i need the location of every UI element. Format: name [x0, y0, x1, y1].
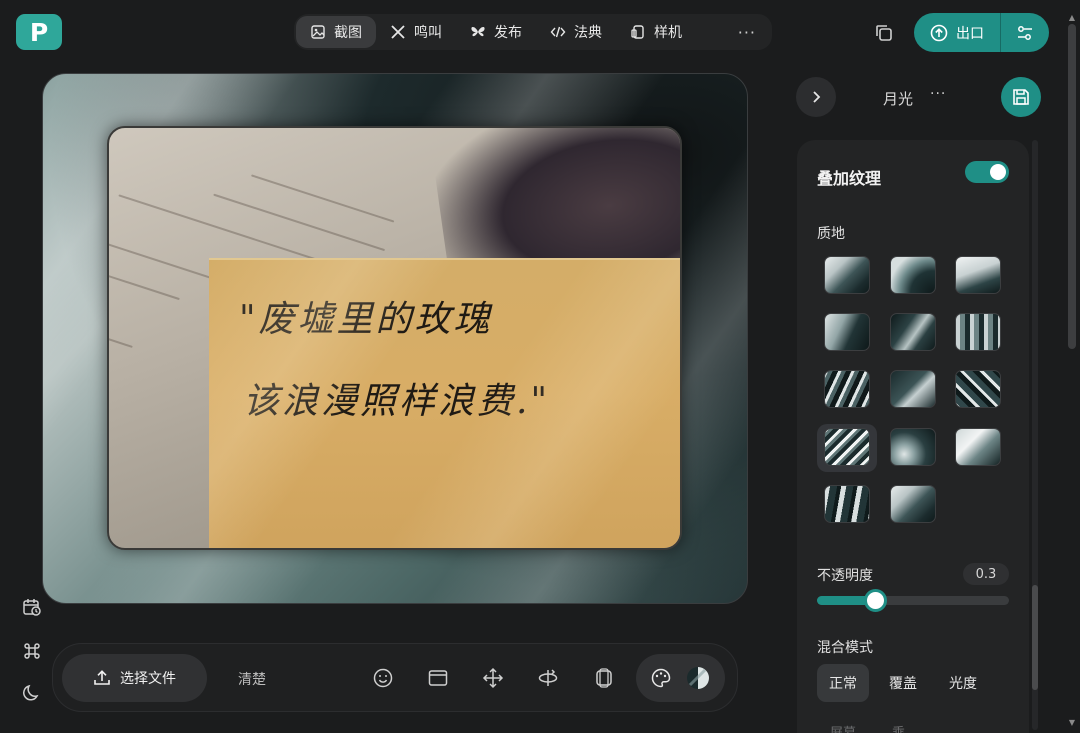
tab-tweet[interactable]: 鸣叫	[376, 16, 456, 48]
texture-swatch[interactable]	[955, 370, 1001, 408]
overlay-texture-heading: 叠加纹理	[817, 169, 882, 188]
paper-note: "废墟里的玫瑰 该浪漫照样浪费."	[209, 258, 680, 548]
export-settings-button[interactable]	[1001, 24, 1049, 42]
rotate-3d-icon[interactable]	[537, 667, 559, 689]
panel-scrollbar-thumb[interactable]	[1032, 585, 1038, 690]
note-line-1: "废墟里的玫瑰	[239, 299, 493, 340]
tab-codex[interactable]: 法典	[536, 16, 616, 48]
calendar-clock-icon[interactable]	[22, 597, 42, 617]
opacity-slider[interactable]	[817, 589, 1009, 612]
scroll-down-arrow-icon[interactable]: ▼	[1068, 719, 1076, 727]
upload-icon	[94, 670, 110, 685]
blend-mode-normal[interactable]: 正常	[817, 664, 869, 702]
butterfly-icon	[471, 27, 485, 37]
screenshot-image[interactable]: "废墟里的玫瑰 该浪漫照样浪费."	[107, 126, 682, 550]
browser-frame-icon[interactable]	[427, 667, 449, 689]
top-tab-bar: 截图 鸣叫 发布 法典 样机 ···	[294, 14, 772, 50]
texture-swatch[interactable]	[955, 428, 1001, 466]
contrast-icon[interactable]	[686, 666, 710, 690]
texture-swatch[interactable]	[890, 256, 936, 294]
preset-more-button[interactable]: ···	[930, 86, 946, 102]
image-icon	[311, 25, 325, 39]
appearance-toggle	[636, 654, 725, 702]
tab-mockup[interactable]: 样机	[616, 16, 696, 48]
texture-swatch[interactable]	[824, 313, 870, 351]
device-icon	[631, 25, 644, 39]
texture-swatch[interactable]	[890, 313, 936, 351]
move-icon[interactable]	[482, 667, 504, 689]
texture-swatch[interactable]	[824, 370, 870, 408]
sliders-icon	[1018, 25, 1032, 40]
export-label: 出口	[956, 25, 984, 42]
tab-screenshot[interactable]: 截图	[296, 16, 376, 48]
blend-mode-multiply[interactable]: 乘	[892, 722, 905, 733]
select-file-label: 选择文件	[120, 671, 176, 687]
texture-swatch[interactable]	[824, 485, 870, 523]
app-logo[interactable]: P	[16, 14, 62, 50]
tab-publish[interactable]: 发布	[456, 16, 536, 48]
select-file-button[interactable]: 选择文件	[62, 654, 207, 702]
texture-swatch-selected[interactable]	[824, 428, 870, 466]
copy-icon[interactable]	[873, 22, 895, 44]
texture-panel: 叠加纹理 质地 不透明度 0.3 混合模式 正常 覆盖 光度 屏幕 乘	[797, 140, 1029, 733]
texture-swatch[interactable]	[955, 256, 1001, 294]
panel-scrollbar[interactable]	[1032, 140, 1038, 730]
opacity-label: 不透明度	[817, 568, 873, 584]
crop-frame-icon[interactable]	[593, 667, 615, 689]
chevron-right-icon	[813, 91, 821, 103]
tab-label: 鸣叫	[414, 25, 442, 41]
window-scrollbar[interactable]: ▲ ▼	[1068, 14, 1076, 733]
opacity-value[interactable]: 0.3	[963, 563, 1009, 585]
texture-swatch[interactable]	[890, 428, 936, 466]
blend-mode-options: 正常 覆盖 光度	[817, 664, 989, 702]
save-icon	[1013, 89, 1029, 105]
export-button-group: 出口	[914, 13, 1049, 52]
x-logo-icon	[391, 25, 405, 39]
save-preset-button[interactable]	[1001, 77, 1041, 117]
collapse-panel-button[interactable]	[796, 77, 836, 117]
blend-mode-screen[interactable]: 屏幕	[830, 722, 856, 733]
blend-mode-label: 混合模式	[817, 640, 873, 656]
texture-swatch[interactable]	[890, 370, 936, 408]
note-line-2: 该浪漫照样浪费."	[243, 381, 551, 422]
window-scrollbar-thumb[interactable]	[1068, 24, 1076, 349]
more-tabs-button[interactable]: ···	[738, 23, 756, 42]
preset-name[interactable]: 月光	[883, 88, 913, 109]
logo-text: P	[29, 17, 49, 47]
texture-swatch[interactable]	[824, 256, 870, 294]
tab-label: 样机	[654, 25, 682, 41]
blend-mode-luminosity[interactable]: 光度	[937, 664, 989, 702]
emoji-icon[interactable]	[372, 667, 394, 689]
texture-label: 质地	[817, 226, 845, 242]
blend-mode-options-row2: 屏幕 乘	[830, 722, 905, 733]
texture-swatch[interactable]	[890, 485, 936, 523]
overlay-texture-toggle[interactable]	[965, 161, 1009, 183]
scroll-up-arrow-icon[interactable]: ▲	[1068, 14, 1076, 22]
tab-label: 法典	[574, 25, 602, 41]
opacity-slider-thumb[interactable]	[863, 589, 887, 612]
moon-icon[interactable]	[22, 683, 42, 703]
export-button[interactable]: 出口	[914, 13, 1000, 52]
blend-mode-overlay[interactable]: 覆盖	[877, 664, 929, 702]
command-icon[interactable]	[22, 641, 42, 661]
tab-label: 截图	[334, 25, 362, 41]
clear-button[interactable]: 清楚	[238, 669, 266, 689]
upload-circle-icon	[930, 24, 948, 41]
code-icon	[550, 26, 566, 38]
tab-label: 发布	[494, 25, 522, 41]
palette-icon[interactable]	[650, 667, 672, 689]
texture-swatch[interactable]	[955, 313, 1001, 351]
